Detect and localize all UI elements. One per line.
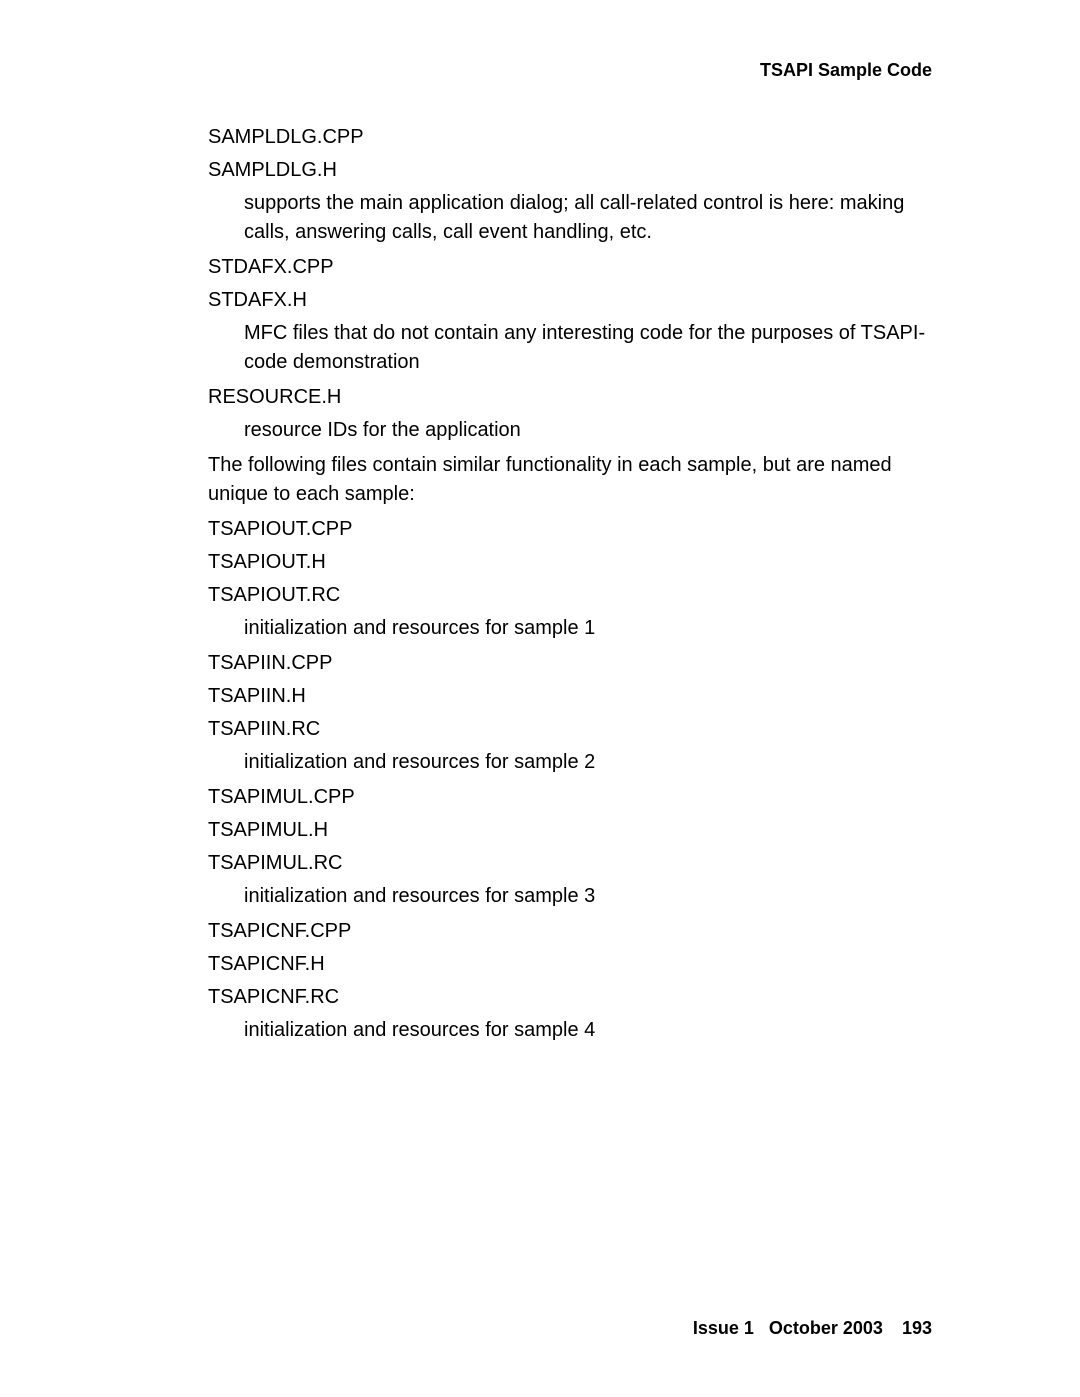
file-term: TSAPIMUL.RC xyxy=(208,849,932,878)
file-term: TSAPICNF.RC xyxy=(208,983,932,1012)
file-term: TSAPIOUT.RC xyxy=(208,581,932,610)
file-term: TSAPIIN.RC xyxy=(208,715,932,744)
file-desc: initialization and resources for sample … xyxy=(208,882,932,911)
footer-date: October 2003 xyxy=(769,1318,883,1338)
page-content: SAMPLDLG.CPP SAMPLDLG.H supports the mai… xyxy=(148,123,932,1045)
file-desc: resource IDs for the application xyxy=(208,416,932,445)
footer-page-number: 193 xyxy=(902,1318,932,1338)
file-desc: supports the main application dialog; al… xyxy=(208,189,932,247)
file-term: TSAPIIN.H xyxy=(208,682,932,711)
footer-issue: Issue 1 xyxy=(693,1318,754,1338)
paragraph: The following files contain similar func… xyxy=(208,451,932,509)
file-term: TSAPIIN.CPP xyxy=(208,649,932,678)
file-term: TSAPIMUL.CPP xyxy=(208,783,932,812)
page-header: TSAPI Sample Code xyxy=(148,60,932,81)
page-footer: Issue 1 October 2003 193 xyxy=(693,1318,932,1339)
file-term: STDAFX.H xyxy=(208,286,932,315)
file-term: TSAPICNF.CPP xyxy=(208,917,932,946)
file-term: TSAPIMUL.H xyxy=(208,816,932,845)
file-desc: initialization and resources for sample … xyxy=(208,748,932,777)
file-term: RESOURCE.H xyxy=(208,383,932,412)
file-term: STDAFX.CPP xyxy=(208,253,932,282)
file-desc: MFC files that do not contain any intere… xyxy=(208,319,932,377)
file-desc: initialization and resources for sample … xyxy=(208,614,932,643)
file-term: TSAPICNF.H xyxy=(208,950,932,979)
file-desc: initialization and resources for sample … xyxy=(208,1016,932,1045)
file-term: SAMPLDLG.H xyxy=(208,156,932,185)
header-title: TSAPI Sample Code xyxy=(760,60,932,80)
file-term: TSAPIOUT.CPP xyxy=(208,515,932,544)
file-term: TSAPIOUT.H xyxy=(208,548,932,577)
page-container: TSAPI Sample Code SAMPLDLG.CPP SAMPLDLG.… xyxy=(0,0,1080,1397)
file-term: SAMPLDLG.CPP xyxy=(208,123,932,152)
